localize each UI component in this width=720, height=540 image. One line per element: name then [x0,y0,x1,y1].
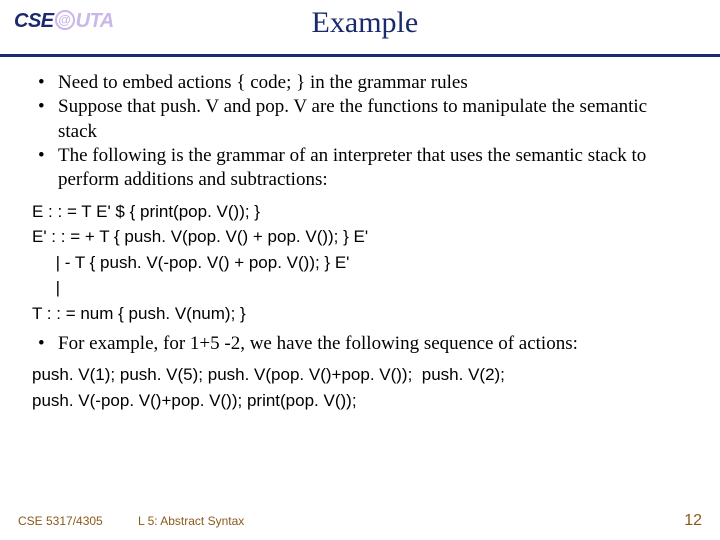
footer: CSE 5317/4305 L 5: Abstract Syntax 12 [0,512,720,530]
grammar-block: E : : = T E' $ { print(pop. V()); } E' :… [32,199,690,327]
page-title: Example [114,6,706,40]
footer-course: CSE 5317/4305 [18,514,138,528]
footer-page: 12 [684,512,702,530]
logo-uta: UTA [76,10,114,33]
logo-cse: CSE [14,10,54,33]
bullet-item: For example, for 1+5 -2, we have the fol… [32,332,690,356]
actions-line: push. V(-pop. V()+pop. V()); print(pop. … [32,388,690,414]
bullet-item: The following is the grammar of an inter… [32,144,690,193]
grammar-line: | [32,275,690,301]
bullet-item: Need to embed actions { code; } in the g… [32,71,690,95]
actions-line: push. V(1); push. V(5); push. V(pop. V()… [32,362,690,388]
bullet-list-2: For example, for 1+5 -2, we have the fol… [32,332,690,356]
actions-block: push. V(1); push. V(5); push. V(pop. V()… [32,362,690,413]
grammar-line: E : : = T E' $ { print(pop. V()); } [32,199,690,225]
bullet-list-1: Need to embed actions { code; } in the g… [32,71,690,193]
logo: CSE @ UTA [14,10,114,33]
footer-lecture: L 5: Abstract Syntax [138,514,244,528]
content: Need to embed actions { code; } in the g… [0,57,720,413]
logo-at-icon: @ [55,10,75,30]
header: CSE @ UTA Example [0,0,720,54]
grammar-line: T : : = num { push. V(num); } [32,301,690,327]
grammar-line: E' : : = + T { push. V(pop. V() + pop. V… [32,224,690,250]
grammar-line: | - T { push. V(-pop. V() + pop. V()); }… [32,250,690,276]
bullet-item: Suppose that push. V and pop. V are the … [32,95,690,144]
